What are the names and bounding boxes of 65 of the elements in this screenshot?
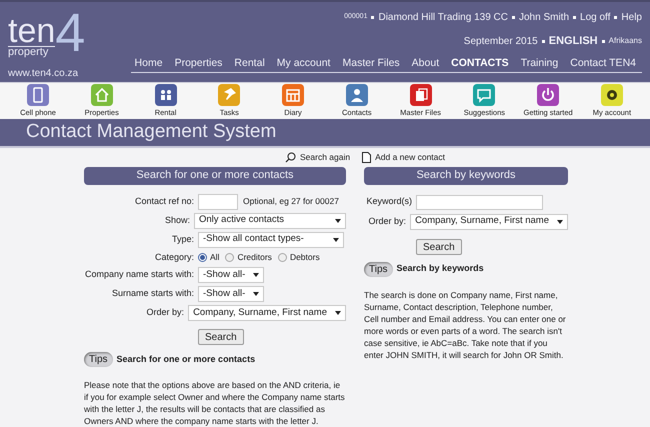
tips-text: Please note that the options above are based on the AND criteria, ie if you for example select Owner and where the Company name starts with the letter J, the results will be contacts that are classified as Owners AND where the company name starts with the letter J. [84, 379, 346, 427]
search-button[interactable]: Search [198, 329, 244, 345]
chat-icon[interactable] [472, 83, 496, 108]
files-icon[interactable] [408, 83, 433, 108]
tips-badge: Tips [364, 262, 393, 276]
nav-link[interactable]: About [412, 56, 440, 72]
language-link[interactable]: ENGLISH [548, 33, 598, 50]
period: September 2015 [464, 34, 538, 49]
radio-icon[interactable] [278, 252, 287, 262]
house-icon[interactable] [90, 83, 114, 108]
tips-badge: Tips [84, 352, 113, 367]
tips-text: The search is done on Company name, First name, Surname, Contact description, Telephone number, Cell number and Email address. You can enter one or more words or even parts of a word. The search isn't case sensitive, ie AbC=aBc. Take note that if you enter JOHN SMITH, it will search for John OR Smith. [364, 288, 567, 360]
contact-ref-field[interactable] [198, 194, 238, 210]
account-info: John Smith [518, 11, 570, 25]
nav-link[interactable]: Properties [174, 56, 222, 72]
action-link[interactable]: Search again [284, 150, 350, 164]
order-select[interactable]: Company, Surname, First name [410, 214, 568, 230]
category-radio[interactable]: Debtors [278, 250, 320, 264]
field-label: Surname starts with: [110, 287, 194, 300]
type-select[interactable]: -Show all contact types- [198, 232, 344, 248]
field-label: Contact ref no: [134, 194, 194, 208]
calendar-icon[interactable] [281, 83, 306, 108]
field-label: Keyword(s) [365, 195, 412, 208]
company-select[interactable]: -Show all- [198, 267, 264, 283]
field-label: Category: [154, 250, 194, 264]
website-url[interactable]: www.ten4.co.za [8, 66, 86, 81]
search-button[interactable]: Search [416, 238, 462, 254]
field-label: Order by: [368, 214, 406, 228]
search-icon [284, 152, 296, 163]
nav-link[interactable]: Rental [234, 56, 265, 72]
radio-icon[interactable] [198, 252, 207, 262]
language-link[interactable]: Afrikaans [608, 35, 642, 48]
person-icon[interactable] [344, 83, 369, 108]
tips-title: Search for one or more contacts [116, 352, 256, 366]
radio-icon[interactable] [225, 252, 234, 262]
field-label: Type: [170, 232, 194, 246]
show-select[interactable]: Only active contacts [194, 212, 346, 228]
category-radio[interactable]: All [198, 250, 220, 264]
surname-select[interactable]: -Show all- [198, 286, 264, 302]
pin-icon[interactable] [217, 83, 242, 108]
action-link[interactable]: Add a new contact [362, 150, 446, 164]
header-link[interactable]: Log off [580, 10, 610, 25]
nav-link[interactable]: Contact TEN4 [570, 56, 636, 72]
order-select[interactable]: Company, Surname, First name [188, 305, 346, 321]
nav-link[interactable]: My account [276, 56, 330, 72]
account-info: Diamond Hill Trading 139 CC [378, 11, 508, 25]
nav-link[interactable]: Training [520, 56, 558, 72]
field-label: Show: [164, 214, 190, 227]
nav-link[interactable]: CONTACTS [451, 56, 509, 72]
tips-title: Search by keywords [396, 262, 484, 276]
page-icon [362, 152, 372, 163]
phone-icon[interactable] [26, 83, 50, 108]
page-title: Contact Management System [26, 120, 276, 144]
field-hint: Optional, eg 27 for 00027 [243, 195, 339, 208]
power-icon[interactable] [536, 83, 560, 108]
people-icon[interactable] [154, 83, 178, 108]
keywords-field[interactable] [416, 194, 543, 210]
section-header: Search for one or more contacts [84, 166, 346, 184]
header-link[interactable]: Help [621, 10, 642, 25]
section-header: Search by keywords [364, 166, 568, 184]
category-radio[interactable]: Creditors [225, 250, 272, 264]
nav-link[interactable]: Master Files [342, 56, 400, 72]
field-label: Company name starts with: [84, 268, 194, 282]
nav-link[interactable]: Home [134, 56, 163, 72]
field-label: Order by: [146, 306, 184, 320]
